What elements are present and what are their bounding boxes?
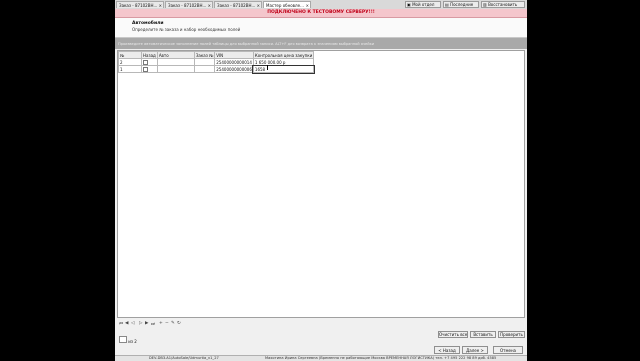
next-button[interactable]: Далее > bbox=[462, 346, 488, 354]
prev-page-icon[interactable]: ◀ bbox=[125, 321, 128, 326]
wizard-header: Автомобили Определите № заказа и набор н… bbox=[115, 18, 527, 38]
current-page-field[interactable] bbox=[119, 336, 127, 343]
order-cell[interactable] bbox=[193, 58, 216, 66]
row-checkbox-cell[interactable] bbox=[141, 58, 158, 66]
row-number: 2 bbox=[118, 58, 142, 66]
price-cell[interactable]: 1 650 000.00 р bbox=[252, 58, 315, 66]
app-window: Заказ - 87102ВН... × Заказ - 87102ВН... × … bbox=[115, 0, 527, 361]
home-icon: ▣ bbox=[407, 2, 411, 7]
text-cursor bbox=[267, 65, 268, 70]
test-server-banner: ПОДКЛЮЧЕНО К ТЕСТОВОМУ СЕРВЕРУ!!! bbox=[115, 9, 527, 18]
column-header-back[interactable]: Назад bbox=[141, 51, 158, 59]
vehicle-table: № Назад Авто Заказ № VIN Контрольная цен… bbox=[118, 51, 315, 74]
close-icon[interactable]: × bbox=[306, 2, 309, 8]
first-record-icon[interactable]: ⏮ bbox=[119, 321, 123, 327]
column-header-price[interactable]: Контрольная цена закупки bbox=[252, 51, 315, 59]
last-record-icon[interactable]: ⏭ bbox=[151, 321, 155, 327]
restore-button[interactable]: ▥ Восстановить bbox=[481, 1, 525, 8]
checkbox[interactable] bbox=[143, 66, 148, 72]
hint-text: Произведите автоматическое заполнение по… bbox=[118, 42, 375, 46]
auto-cell[interactable] bbox=[156, 65, 195, 73]
insert-button[interactable]: Вставить bbox=[470, 331, 496, 338]
next-page-icon[interactable]: ▶ bbox=[145, 321, 148, 326]
tab-order-2[interactable]: Заказ - 87102ВН... × bbox=[165, 1, 213, 8]
tab-order-1[interactable]: Заказ - 87102ВН... × bbox=[116, 1, 164, 8]
history-icon: ▤ bbox=[445, 2, 449, 7]
restore-label: Восстановить bbox=[488, 2, 518, 7]
wizard-subtitle: Определите № заказа и набор необходимых … bbox=[132, 27, 241, 32]
vin-cell[interactable]: 25400000000006 bbox=[214, 65, 254, 73]
close-icon[interactable]: × bbox=[159, 2, 162, 8]
restore-icon: ▥ bbox=[483, 2, 487, 7]
delete-record-icon[interactable]: − bbox=[165, 321, 169, 326]
tab-order-3[interactable]: Заказ - 87102ВН... × bbox=[214, 1, 262, 8]
count-value: 2 bbox=[134, 339, 137, 344]
clear-all-button[interactable]: Очистить все bbox=[438, 331, 468, 338]
column-header-vin[interactable]: VIN bbox=[214, 51, 254, 59]
table-header-row: № Назад Авто Заказ № VIN Контрольная цен… bbox=[118, 51, 315, 59]
wizard-title: Автомобили bbox=[132, 21, 164, 26]
row-checkbox-cell[interactable] bbox=[141, 65, 158, 73]
edit-record-icon[interactable]: ✎ bbox=[171, 321, 175, 326]
my-section-button[interactable]: ▣ Мой отдел bbox=[405, 1, 441, 8]
cancel-button[interactable]: Отмена bbox=[493, 346, 523, 354]
check-button[interactable]: Проверить bbox=[498, 331, 525, 338]
vin-cell[interactable]: 25400000000014 bbox=[214, 58, 254, 66]
table-row[interactable]: 2 25400000000014 1 650 000.00 р bbox=[118, 58, 315, 66]
banner-text: ПОДКЛЮЧЕНО К ТЕСТОВОМУ СЕРВЕРУ!!! bbox=[267, 10, 375, 15]
record-navigator: ⏮ ◀ ◁ ▷ ▶ ⏭ + − ✎ ↻ bbox=[117, 320, 525, 328]
record-count: из 2 bbox=[119, 336, 137, 344]
close-icon[interactable]: × bbox=[208, 2, 211, 8]
close-icon[interactable]: × bbox=[257, 2, 260, 8]
recent-label: Последние bbox=[450, 2, 474, 7]
column-header-auto[interactable]: Авто bbox=[156, 51, 195, 59]
recent-button[interactable]: ▤ Последние bbox=[443, 1, 479, 8]
tab-label: Заказ - 87102ВН... bbox=[119, 3, 158, 8]
order-cell[interactable] bbox=[193, 65, 216, 73]
column-header-order[interactable]: Заказ № bbox=[193, 51, 216, 59]
hint-bar: Произведите автоматическое заполнение по… bbox=[115, 38, 527, 49]
row-number: 1 bbox=[118, 65, 142, 73]
column-header-num[interactable]: № bbox=[118, 51, 142, 59]
add-record-icon[interactable]: + bbox=[159, 321, 163, 326]
table-row[interactable]: 1 25400000000006 1658 bbox=[118, 64, 315, 74]
status-bar: DEV-DB3.A1/AutoSale/Udmurtia_v1_27 Махот… bbox=[115, 355, 527, 361]
my-section-label: Мой отдел bbox=[412, 2, 435, 7]
next-record-icon[interactable]: ▷ bbox=[139, 321, 142, 326]
vehicle-grid: № Назад Авто Заказ № VIN Контрольная цен… bbox=[117, 50, 525, 318]
status-db: DEV-DB3.A1/AutoSale/Udmurtia_v1_27 bbox=[149, 356, 219, 360]
tab-label: Мастер обновле... bbox=[266, 3, 304, 8]
tab-update-wizard[interactable]: Мастер обновле... × bbox=[263, 1, 311, 8]
prev-record-icon[interactable]: ◁ bbox=[131, 321, 134, 326]
checkbox[interactable] bbox=[143, 59, 148, 65]
tab-label: Заказ - 87102ВН... bbox=[168, 3, 207, 8]
status-user: Махотина Ирина Сергеевна (Временно не ра… bbox=[265, 356, 497, 360]
back-button[interactable]: < Назад bbox=[434, 346, 460, 354]
tab-label: Заказ - 87102ВН... bbox=[217, 3, 256, 8]
refresh-icon[interactable]: ↻ bbox=[177, 321, 181, 326]
auto-cell[interactable] bbox=[156, 58, 195, 66]
price-input-cell[interactable]: 1658 bbox=[252, 64, 315, 74]
count-label: из bbox=[128, 339, 134, 344]
